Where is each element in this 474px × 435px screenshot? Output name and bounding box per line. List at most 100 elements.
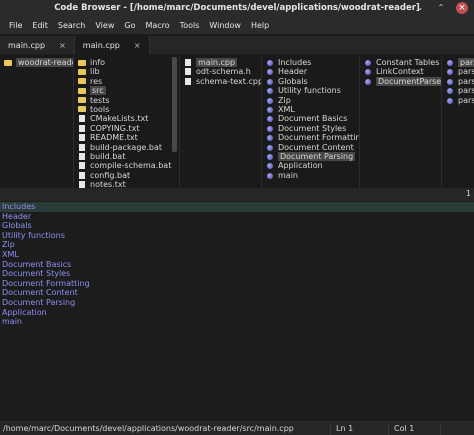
minimize-icon[interactable]: ⌄ — [414, 2, 426, 14]
editor-separator[interactable]: 1 — [0, 188, 474, 201]
col6-item[interactable]: pars — [442, 96, 474, 105]
menu-view[interactable]: View — [90, 17, 119, 34]
col2-item[interactable]: info — [74, 58, 179, 67]
item-label: CMakeLists.txt — [90, 114, 149, 124]
menu-tools[interactable]: Tools — [175, 17, 205, 34]
col6-item[interactable]: pars — [442, 77, 474, 86]
code-line[interactable]: Header — [0, 212, 474, 222]
col4-item[interactable]: Includes — [262, 58, 359, 67]
bullet-icon — [267, 116, 273, 123]
menu-go[interactable]: Go — [119, 17, 140, 34]
tab-main-cpp-1[interactable]: main.cpp × — [0, 36, 75, 54]
code-line[interactable]: Document Parsing — [0, 298, 474, 308]
maximize-icon[interactable]: ⌃ — [435, 2, 447, 14]
col3-item[interactable]: main.cpp — [180, 58, 261, 67]
col2-item[interactable]: tools — [74, 105, 179, 114]
file-icon — [79, 181, 85, 188]
item-label: build-package.bat — [90, 142, 162, 152]
code-line[interactable]: Globals — [0, 221, 474, 231]
tab-main-cpp-2[interactable]: main.cpp × — [74, 36, 150, 54]
bullet-icon — [267, 144, 273, 151]
col4-item[interactable]: XML — [262, 105, 359, 114]
status-bar: /home/marc/Documents/devel/applications/… — [0, 421, 474, 435]
project-column: woodrat-reader — [0, 55, 74, 188]
code-line[interactable]: Document Content — [0, 288, 474, 298]
col4-item[interactable]: Utility functions — [262, 86, 359, 95]
col4-item[interactable]: Globals — [262, 77, 359, 86]
col2-item[interactable]: build-package.bat — [74, 143, 179, 152]
code-line[interactable]: Zip — [0, 240, 474, 250]
menu-help[interactable]: Help — [246, 17, 274, 34]
col5-item[interactable]: DocumentParser — [360, 76, 441, 86]
menu-search[interactable]: Search — [53, 17, 90, 34]
col4-item[interactable]: Document Parsing — [262, 151, 359, 161]
item-label: LinkContext — [376, 67, 424, 77]
code-browser-panes: woodrat-reader info lib res src tests tools CM… — [0, 55, 474, 188]
file-icon — [185, 77, 191, 85]
folder-icon — [78, 68, 86, 75]
item-label: Utility functions — [278, 86, 341, 96]
bullet-icon — [267, 125, 273, 132]
file-icon — [79, 171, 85, 179]
close-tab-icon[interactable]: × — [59, 41, 66, 50]
code-line[interactable]: Utility functions — [0, 231, 474, 241]
col2-item[interactable]: build.bat — [74, 152, 179, 161]
item-label: lib — [90, 67, 100, 77]
directory-scrollbar[interactable] — [172, 57, 177, 152]
code-line[interactable]: Includes — [0, 202, 474, 212]
col4-item[interactable]: Document Basics — [262, 114, 359, 123]
item-label: Application — [278, 161, 323, 171]
col2-item[interactable]: config.bat — [74, 171, 179, 180]
col5-item[interactable]: LinkContext — [360, 67, 441, 76]
close-tab-icon[interactable]: × — [134, 41, 141, 50]
bullet-icon — [267, 135, 273, 142]
col4-item[interactable]: Document Content — [262, 143, 359, 152]
col1-item[interactable]: woodrat-reader — [0, 58, 73, 67]
bullet-icon — [267, 69, 273, 76]
code-line[interactable]: main — [0, 317, 474, 327]
status-column: Col 1 — [394, 424, 415, 433]
col3-item[interactable]: schema-text.cpp — [180, 77, 261, 86]
title-bar: Code Browser - [/home/marc/Documents/dev… — [0, 0, 474, 17]
col2-item[interactable]: COPYING.txt — [74, 124, 179, 133]
item-label: src — [90, 86, 106, 96]
tab-bar: main.cpp × main.cpp × — [0, 36, 474, 54]
menu-edit[interactable]: Edit — [27, 17, 53, 34]
col2-item[interactable]: README.txt — [74, 133, 179, 142]
col4-item[interactable]: Document Styles — [262, 124, 359, 133]
col4-item[interactable]: main — [262, 171, 359, 180]
item-label: compile-schema.bat — [90, 161, 172, 171]
menu-file[interactable]: File — [4, 17, 27, 34]
menu-window[interactable]: Window — [204, 17, 246, 34]
col4-item[interactable]: Zip — [262, 96, 359, 105]
col2-item[interactable]: lib — [74, 67, 179, 76]
item-label: COPYING.txt — [90, 123, 140, 133]
code-line[interactable]: Document Basics — [0, 260, 474, 270]
item-label: main — [278, 170, 298, 180]
close-window-icon[interactable]: × — [456, 2, 468, 14]
col6-item[interactable]: pars — [442, 86, 474, 95]
bullet-icon — [267, 153, 273, 160]
col2-item[interactable]: CMakeLists.txt — [74, 114, 179, 123]
menu-macro[interactable]: Macro — [140, 17, 174, 34]
item-label: Document Styles — [278, 123, 347, 133]
col6-item[interactable]: pars — [442, 67, 474, 76]
code-line[interactable]: Application — [0, 308, 474, 318]
col2-item[interactable]: tests — [74, 96, 179, 105]
col2-item[interactable]: res — [74, 77, 179, 86]
code-editor[interactable]: Includes Header Globals Utility functions Zi… — [0, 202, 474, 420]
col2-item[interactable]: notes.txt — [74, 180, 179, 188]
code-line[interactable]: Document Formatting — [0, 279, 474, 289]
col2-item[interactable]: src — [74, 86, 179, 96]
folder-icon — [78, 106, 86, 113]
bullet-icon — [365, 78, 371, 85]
col4-item[interactable]: Application — [262, 161, 359, 170]
code-line[interactable]: Document Styles — [0, 269, 474, 279]
col4-item[interactable]: Header — [262, 67, 359, 76]
col5-item[interactable]: Constant Tables — [360, 58, 441, 67]
col3-item[interactable]: odt-schema.h — [180, 67, 261, 76]
col2-item[interactable]: compile-schema.bat — [74, 161, 179, 170]
col4-item[interactable]: Document Formatting — [262, 133, 359, 142]
col6-item[interactable]: parse — [442, 58, 474, 67]
code-line[interactable]: XML — [0, 250, 474, 260]
